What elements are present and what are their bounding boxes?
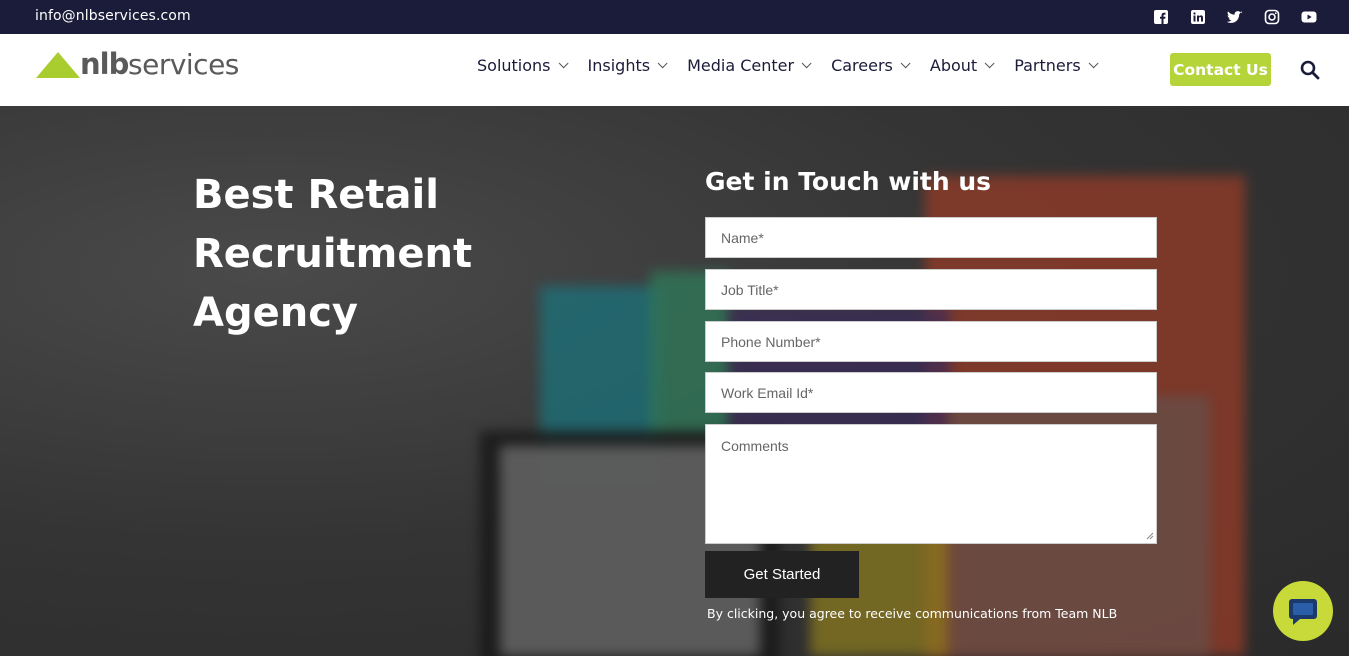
logo-nlb-text: nlb xyxy=(80,47,129,81)
logo-services-text: services xyxy=(128,48,239,81)
top-bar: info@nlbservices.com xyxy=(0,0,1349,34)
hero-section: Best Retail Recruitment Agency Get in To… xyxy=(0,106,1349,656)
nav-item-insights[interactable]: Insights xyxy=(587,56,668,75)
email-link[interactable]: info@nlbservices.com xyxy=(35,8,191,24)
nav-label: About xyxy=(929,56,978,75)
nlb-logo[interactable]: nlb services xyxy=(36,47,246,89)
consent-text: By clicking, you agree to receive commun… xyxy=(707,606,1118,621)
job-title-field[interactable] xyxy=(705,269,1157,310)
nav-label: Partners xyxy=(1014,56,1081,75)
contact-us-button[interactable]: Contact Us xyxy=(1170,53,1271,86)
nav-label: Careers xyxy=(831,56,893,75)
hero-title-line: Best Retail xyxy=(193,172,439,218)
chevron-down-icon xyxy=(984,58,995,69)
nav-label: Insights xyxy=(587,56,651,75)
chevron-down-icon xyxy=(558,58,569,69)
work-email-field[interactable] xyxy=(705,372,1157,413)
search-icon[interactable] xyxy=(1300,60,1320,80)
logo-triangle-icon xyxy=(36,52,80,78)
resize-grip-icon[interactable] xyxy=(1146,532,1154,540)
main-nav: Solutions Insights Media Center Careers … xyxy=(477,56,1118,75)
chevron-down-icon xyxy=(1088,58,1099,69)
facebook-icon[interactable] xyxy=(1153,9,1169,25)
comments-field[interactable] xyxy=(705,424,1157,544)
nav-item-media-center[interactable]: Media Center xyxy=(687,56,812,75)
nav-item-partners[interactable]: Partners xyxy=(1014,56,1099,75)
hero-title: Best Retail Recruitment Agency xyxy=(193,166,573,343)
nav-item-about[interactable]: About xyxy=(929,56,995,75)
chevron-down-icon xyxy=(900,58,911,69)
form-title: Get in Touch with us xyxy=(705,167,992,196)
nav-item-careers[interactable]: Careers xyxy=(831,56,911,75)
get-started-button[interactable]: Get Started xyxy=(705,551,859,598)
chat-widget-button[interactable] xyxy=(1273,581,1333,641)
name-field[interactable] xyxy=(705,217,1157,258)
chat-icon xyxy=(1289,599,1317,625)
hero-title-line: Agency xyxy=(193,290,358,336)
site-header: nlb services Solutions Insights Media Ce… xyxy=(0,34,1349,106)
chevron-down-icon xyxy=(657,58,668,69)
social-links xyxy=(1153,9,1317,25)
nav-label: Solutions xyxy=(477,56,551,75)
hero-title-line: Recruitment xyxy=(193,231,473,277)
chevron-down-icon xyxy=(801,58,812,69)
linkedin-icon[interactable] xyxy=(1190,9,1206,25)
twitter-icon[interactable] xyxy=(1227,9,1243,25)
nav-item-solutions[interactable]: Solutions xyxy=(477,56,569,75)
nav-label: Media Center xyxy=(687,56,795,75)
instagram-icon[interactable] xyxy=(1264,9,1280,25)
phone-number-field[interactable] xyxy=(705,321,1157,362)
youtube-icon[interactable] xyxy=(1301,9,1317,25)
